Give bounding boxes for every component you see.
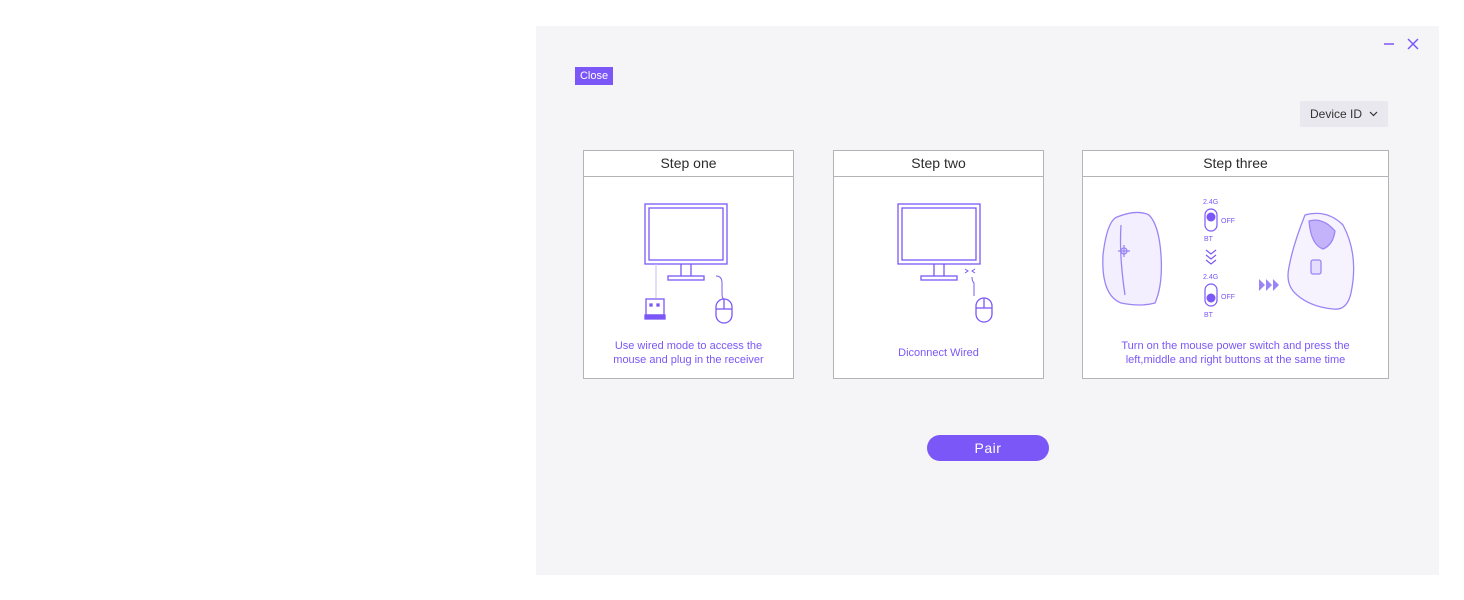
step-two-card: Step two Diconnect Wired <box>833 150 1044 379</box>
switch-label-off-top: OFF <box>1221 218 1235 225</box>
switch-label-24g-bottom: 2.4G <box>1203 274 1218 281</box>
mouse-topview-icon <box>1102 211 1163 306</box>
chevrons-down-icon <box>1205 249 1217 265</box>
receiver-icon <box>644 298 666 320</box>
switch-label-24g-top: 2.4G <box>1203 199 1218 206</box>
close-icon[interactable] <box>1405 36 1421 52</box>
switch-label-off-bottom: OFF <box>1221 294 1235 301</box>
cable-icon <box>655 264 725 300</box>
pairing-dialog: Close Device ID Step one Use wired mode … <box>536 26 1439 575</box>
monitor-icon <box>644 203 728 281</box>
switch-label-bt-bottom: BT <box>1204 312 1214 319</box>
mouse-icon <box>715 298 733 324</box>
mouse-sideview-icon <box>1287 212 1355 310</box>
window-controls <box>1381 36 1421 52</box>
monitor-icon <box>897 203 981 281</box>
switch-label-bt-top: BT <box>1204 236 1214 243</box>
step-one-card: Step one Use wired mode to access the mo… <box>583 150 794 379</box>
disconnect-wired-illustration <box>897 203 993 323</box>
chevron-down-icon <box>1369 111 1378 117</box>
pairing-procedure-illustration: 2.4G OFF BT 2.4G OFF BT <box>1102 199 1355 319</box>
step-two-description: Diconnect Wired <box>898 347 979 359</box>
step-one-description: Use wired mode to access the mouse and p… <box>613 340 764 366</box>
pair-button[interactable]: Pair <box>927 435 1049 461</box>
close-button[interactable]: Close <box>575 67 613 85</box>
switch-diagram: 2.4G OFF BT 2.4G OFF BT <box>1203 199 1235 319</box>
step-two-title: Step two <box>834 151 1043 177</box>
step-one-title: Step one <box>584 151 793 177</box>
step-three-description: Turn on the mouse power switch and press… <box>1121 340 1350 366</box>
device-id-dropdown[interactable]: Device ID <box>1300 101 1388 127</box>
unplug-spark-icon <box>964 268 976 296</box>
step-three-card: Step three 2.4G OFF BT 2.4G OFF BT Turn … <box>1082 150 1389 379</box>
mouse-icon <box>975 297 993 323</box>
step-three-title: Step three <box>1083 151 1388 177</box>
device-id-label: Device ID <box>1310 107 1363 121</box>
arrows-right-icon <box>1259 279 1279 291</box>
minimize-icon[interactable] <box>1381 36 1397 52</box>
wired-receiver-illustration <box>644 203 733 324</box>
